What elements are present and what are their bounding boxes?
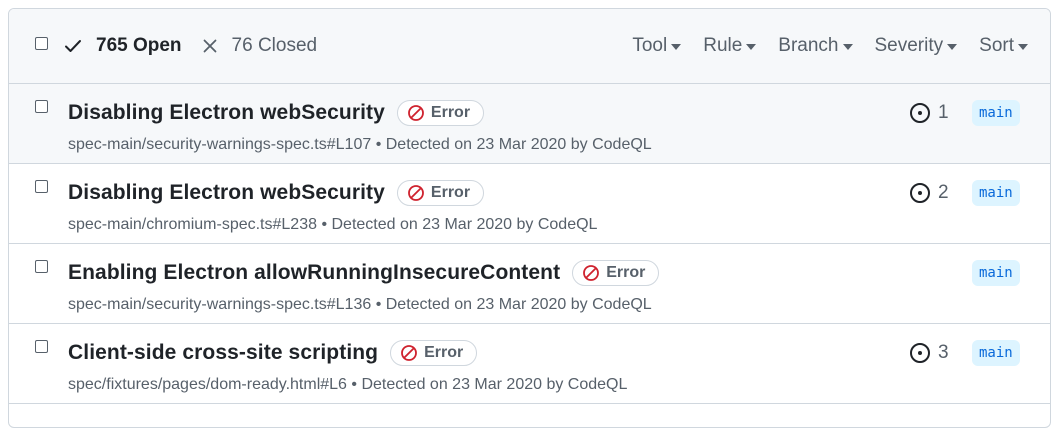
tool-filter-dropdown[interactable]: Tool — [632, 35, 682, 57]
alerts-list-panel: 765 Open 76 Closed Tool Rule Branch Seve… — [8, 8, 1051, 428]
alert-meta: spec-main/security-warnings-spec.ts#L107… — [68, 136, 652, 154]
caret-down-icon — [947, 44, 958, 50]
alert-title-group: Disabling Electron webSecurity Error — [68, 180, 485, 206]
alert-detected-text: • Detected on 23 Mar 2020 by CodeQL — [371, 296, 652, 313]
rule-filter-dropdown[interactable]: Rule — [703, 35, 757, 57]
severity-label: Error — [430, 104, 471, 121]
alert-occurrence-count: 2 — [909, 180, 949, 206]
issue-opened-icon — [910, 343, 930, 363]
alert-file-path[interactable]: spec-main/security-warnings-spec.ts#L107 — [68, 136, 371, 153]
x-icon — [203, 39, 216, 53]
alert-file-path[interactable]: spec-main/chromium-spec.ts#L238 — [68, 216, 317, 233]
alert-title-group: Client-side cross-site scripting Error — [68, 340, 478, 366]
count-label: 3 — [938, 342, 949, 363]
caret-down-icon — [842, 44, 853, 50]
alert-row[interactable]: Client-side cross-site scripting Error s… — [9, 324, 1050, 404]
alert-checkbox[interactable] — [35, 180, 48, 193]
severity-filter-dropdown[interactable]: Severity — [875, 35, 958, 57]
tool-filter-label: Tool — [632, 35, 668, 56]
caret-down-icon — [671, 44, 682, 50]
alert-meta: spec/fixtures/pages/dom-ready.html#L6 • … — [68, 376, 627, 394]
sort-dropdown[interactable]: Sort — [979, 35, 1028, 57]
alert-checkbox[interactable] — [35, 100, 48, 113]
branch-label[interactable]: main — [972, 180, 1020, 206]
alert-title-link[interactable]: Enabling Electron allowRunningInsecureCo… — [68, 261, 560, 285]
closed-alerts-tab[interactable]: 76 Closed — [202, 35, 318, 57]
alert-meta: spec-main/security-warnings-spec.ts#L136… — [68, 296, 652, 314]
stop-icon — [583, 265, 600, 281]
severity-label: Error — [430, 184, 471, 201]
count-label: 2 — [938, 182, 949, 203]
severity-badge: Error — [390, 340, 478, 366]
sort-label: Sort — [979, 35, 1014, 56]
alert-title-link[interactable]: Disabling Electron webSecurity — [68, 181, 385, 205]
alert-detected-text: • Detected on 23 Mar 2020 by CodeQL — [317, 216, 598, 233]
branch-label[interactable]: main — [972, 260, 1020, 286]
alert-occurrence-count: 1 — [909, 100, 949, 126]
alert-detected-text: • Detected on 23 Mar 2020 by CodeQL — [346, 376, 628, 393]
severity-badge: Error — [396, 180, 485, 206]
check-icon — [65, 40, 81, 52]
stop-icon — [408, 185, 424, 201]
filter-bar: Tool Rule Branch Severity Sort — [632, 34, 1050, 58]
alert-title-group: Disabling Electron webSecurity Error — [68, 100, 485, 126]
alert-row[interactable]: Disabling Electron webSecurity Error spe… — [9, 84, 1050, 164]
alert-file-path[interactable]: spec-main/security-warnings-spec.ts#L136 — [68, 296, 371, 313]
issue-opened-icon — [910, 103, 930, 123]
alert-meta: spec-main/chromium-spec.ts#L238 • Detect… — [68, 216, 597, 234]
severity-badge: Error — [396, 100, 485, 126]
stop-icon — [401, 345, 418, 361]
branch-label[interactable]: main — [972, 340, 1020, 366]
caret-down-icon — [1018, 44, 1028, 50]
state-tabs: 765 Open 76 Closed — [64, 34, 317, 58]
branch-filter-dropdown[interactable]: Branch — [778, 35, 853, 57]
open-alerts-tab[interactable]: 765 Open — [64, 35, 182, 57]
alert-occurrence-count: 3 — [909, 340, 949, 366]
severity-label: Error — [424, 344, 464, 361]
alerts-list-header: 765 Open 76 Closed Tool Rule Branch Seve… — [9, 9, 1050, 84]
alert-row[interactable]: Disabling Electron webSecurity Error spe… — [9, 164, 1050, 244]
alert-title-link[interactable]: Disabling Electron webSecurity — [68, 101, 385, 125]
count-label: 1 — [938, 102, 949, 123]
issue-opened-icon — [910, 183, 930, 203]
branch-label[interactable]: main — [972, 100, 1020, 126]
alert-title-link[interactable]: Client-side cross-site scripting — [68, 341, 378, 365]
alert-detected-text: • Detected on 23 Mar 2020 by CodeQL — [371, 136, 652, 153]
stop-icon — [408, 105, 424, 121]
alert-file-path[interactable]: spec/fixtures/pages/dom-ready.html#L6 — [68, 376, 347, 393]
branch-filter-label: Branch — [778, 35, 839, 56]
select-all-checkbox[interactable] — [35, 37, 48, 50]
severity-filter-label: Severity — [874, 35, 944, 56]
alert-checkbox[interactable] — [35, 340, 48, 353]
alert-title-group: Enabling Electron allowRunningInsecureCo… — [68, 260, 660, 286]
severity-label: Error — [606, 264, 646, 281]
alert-checkbox[interactable] — [35, 260, 48, 273]
severity-badge: Error — [572, 260, 660, 286]
caret-down-icon — [746, 44, 757, 50]
closed-alerts-label: 76 Closed — [231, 35, 318, 56]
open-alerts-label: 765 Open — [96, 35, 182, 56]
rule-filter-label: Rule — [703, 35, 743, 56]
alert-row[interactable]: Enabling Electron allowRunningInsecureCo… — [9, 244, 1050, 324]
